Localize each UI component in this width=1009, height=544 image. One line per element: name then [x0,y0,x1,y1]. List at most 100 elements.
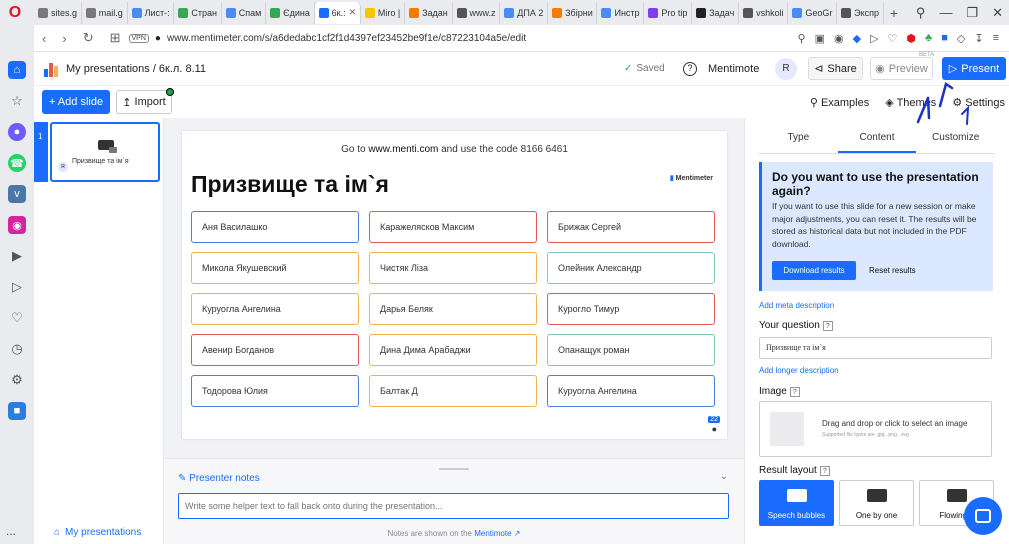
mentimote-link[interactable]: Mentimote [474,529,511,538]
presenter-notes-header[interactable]: ✎ Presenter notes [178,473,260,484]
instagram-icon[interactable]: ◉ [8,216,26,234]
favicon-icon [270,7,281,18]
heart-icon[interactable]: ♡ [8,309,26,327]
adblock-icon[interactable]: ⬢ [906,32,916,45]
reset-results-button[interactable]: Reset results [869,261,916,280]
add-slide-button[interactable]: + Add slide [42,90,110,114]
restore-icon[interactable]: ❐ [966,5,978,21]
browser-tab[interactable]: mail.g [82,1,128,24]
minimize-icon[interactable]: — [939,5,952,20]
layout-option[interactable]: Speech bubbles [759,480,834,526]
settings-button[interactable]: ⚙ Settings [952,96,1005,109]
mentimeter-logo-icon[interactable] [44,61,60,77]
breadcrumb[interactable]: My presentations / 6к.л. 8.11 [66,63,206,75]
tab-label: Pro tip [661,7,688,18]
back-icon[interactable]: ‹ [42,31,46,46]
help-icon[interactable]: ? [789,387,800,397]
chat-support-button[interactable] [964,497,1002,535]
browser-tab[interactable]: 6к.: ✕ [314,1,361,24]
layout-label: One by one [855,511,898,520]
mentimote-link[interactable]: Mentimote [708,63,759,75]
browser-tab[interactable]: Инстр [597,1,645,24]
favicon-icon [601,7,612,18]
player-icon[interactable]: ▶ [8,247,26,265]
download-results-button[interactable]: Download results [772,261,856,280]
browser-tab[interactable]: Экспр [837,1,884,24]
add-longer-description-link[interactable]: Add longer description [759,366,839,375]
tab-content[interactable]: Content [837,132,917,153]
browser-tab[interactable]: Pro tip [644,1,693,24]
browser-tab[interactable]: GeoGr [788,1,838,24]
tabs-grid-icon[interactable]: ⊞ [110,30,121,46]
browser-tab[interactable]: ДПА 2 [500,1,549,24]
browser-tab[interactable]: sites.g [34,1,82,24]
search-icon[interactable]: ⚲ [798,32,806,45]
opera-logo-icon[interactable]: O [4,2,26,24]
messenger-icon[interactable]: ● [8,123,26,141]
browser-tab[interactable]: Спам [222,1,267,24]
browser-tab[interactable]: Стран [174,1,222,24]
history-icon[interactable]: ◷ [8,340,26,358]
heart-icon[interactable]: ♡ [888,32,898,45]
gear-icon[interactable]: ⚙ [8,371,26,389]
url-field[interactable]: www.mentimeter.com/s/a6dedabc1cf2f1d4397… [167,33,526,44]
snapshot-icon[interactable]: ◉ [834,32,844,45]
close-icon[interactable]: ✕ [992,5,1003,21]
question-input[interactable]: Призвище та ім`я [759,337,992,359]
browser-tab[interactable]: Miro | [361,1,406,24]
close-tab-icon[interactable]: ✕ [349,7,357,18]
tab-customize[interactable]: Customize [916,132,995,153]
send-icon[interactable]: ▷ [8,278,26,296]
extension-icon[interactable]: ♣ [925,32,932,44]
extension-icon[interactable]: ■ [941,32,948,44]
search-icon[interactable]: ⚲ [916,5,926,21]
more-icon[interactable]: ... [6,524,16,538]
import-button[interactable]: ↥ Import [116,90,172,114]
vk-icon[interactable]: v [8,185,26,203]
avatar[interactable]: R [775,57,797,80]
reload-icon[interactable]: ↻ [83,30,94,46]
browser-tab[interactable]: vshkoli [739,1,789,24]
tab-label: Стран [191,7,218,18]
vpn-badge[interactable]: VPN [128,33,149,43]
browser-tab[interactable]: Єдина [266,1,315,24]
share-label: Share [827,62,857,75]
image-dropzone[interactable]: Drag and drop or click to select an imag… [759,401,992,457]
editor-toolbar: + Add slide ↥ Import ⚲ Examples ◈ Themes … [34,86,1009,118]
bookmark-icon[interactable]: ☆ [8,92,26,110]
notes-input[interactable] [178,493,729,519]
browser-tab[interactable]: www.z [453,1,501,24]
layout-option[interactable]: One by one [839,480,914,526]
themes-button[interactable]: ◈ Themes [885,96,936,109]
slide-preview[interactable]: Go to www.menti.com and use the code 816… [182,131,727,439]
browser-tab[interactable]: Лист-: [128,1,175,24]
home-icon[interactable]: ⌂ [8,61,26,79]
slide-thumbnail[interactable]: R Призвище та ім`я [50,122,160,182]
help-icon[interactable]: ? [683,61,697,76]
tab-label: Лист-: [144,7,170,18]
play-icon[interactable]: ▷ [870,32,878,45]
chevron-down-icon[interactable]: ⌄ [720,471,728,482]
whatsapp-icon[interactable]: ☎ [8,154,26,172]
forward-icon[interactable]: › [62,31,66,46]
tab-type[interactable]: Type [759,132,838,153]
browser-tab[interactable]: Задан [405,1,453,24]
new-tab-button[interactable]: + [884,5,904,21]
share-button[interactable]: ⊲ Share [808,57,863,80]
shield-icon[interactable]: ◆ [853,32,861,45]
help-icon[interactable]: ? [819,466,830,476]
menu-icon[interactable]: ≡ [993,32,999,44]
browser-tab[interactable]: Збірни [548,1,598,24]
browser-tab[interactable]: Задач [692,1,740,24]
examples-button[interactable]: ⚲ Examples [810,96,869,109]
add-meta-description-link[interactable]: Add meta description [759,301,834,310]
help-icon[interactable]: ? [822,321,833,331]
download-icon[interactable]: ↧ [974,32,983,45]
camera-icon[interactable]: ▣ [815,32,825,45]
my-presentations-link[interactable]: ⌂ My presentations [54,527,141,538]
preview-button[interactable]: ◉ Preview [870,57,933,80]
present-button[interactable]: ▷ Present [942,57,1006,80]
cube-icon[interactable]: ◇ [957,32,965,45]
extension-icon[interactable]: ■ [8,402,26,420]
resize-handle[interactable] [439,468,469,470]
